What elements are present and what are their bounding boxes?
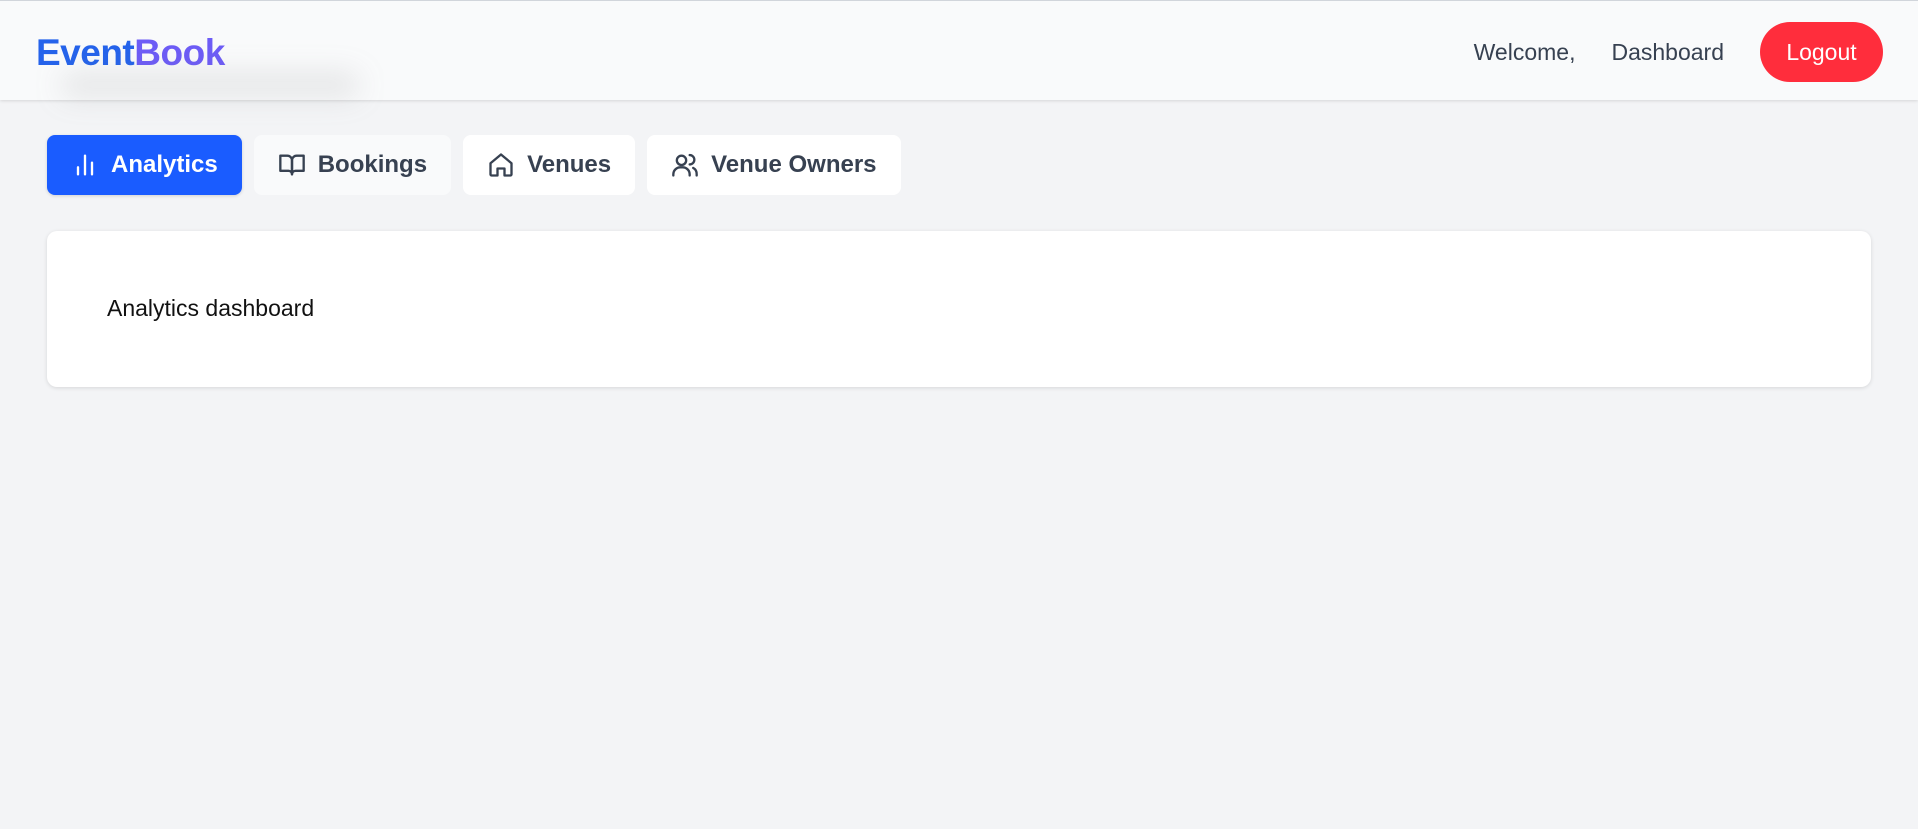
admin-tabs: Analytics Bookings Venues Venue Owners <box>47 135 913 195</box>
home-icon <box>487 151 515 179</box>
tab-label: Venue Owners <box>711 151 877 178</box>
brand-logo-part-event: Event <box>36 32 135 73</box>
tab-label: Bookings <box>317 151 428 178</box>
tab-label: Venues <box>527 151 612 178</box>
brand-logo[interactable]: EventBook <box>36 31 225 75</box>
logo-shadow <box>60 73 360 97</box>
users-icon <box>671 151 699 179</box>
tab-venues[interactable]: Venues <box>463 135 636 195</box>
analytics-panel: Analytics dashboard <box>47 231 1871 387</box>
panel-text: Analytics dashboard <box>107 295 315 321</box>
top-navbar: EventBook Welcome, Dashboard Logout <box>0 0 1918 100</box>
tab-venue-owners[interactable]: Venue Owners <box>647 135 901 195</box>
tab-label: Analytics <box>111 151 218 178</box>
brand-logo-part-book: Book <box>134 32 225 73</box>
tab-bookings[interactable]: Bookings <box>253 135 452 195</box>
dashboard-link[interactable]: Dashboard <box>1611 39 1724 66</box>
tab-analytics[interactable]: Analytics <box>47 135 242 195</box>
nav-right-group: Welcome, Dashboard Logout <box>1474 22 1883 82</box>
welcome-text: Welcome, <box>1473 38 1576 65</box>
bar-chart-icon <box>71 151 99 179</box>
logout-button[interactable]: Logout <box>1760 22 1883 82</box>
book-open-icon <box>278 151 306 179</box>
